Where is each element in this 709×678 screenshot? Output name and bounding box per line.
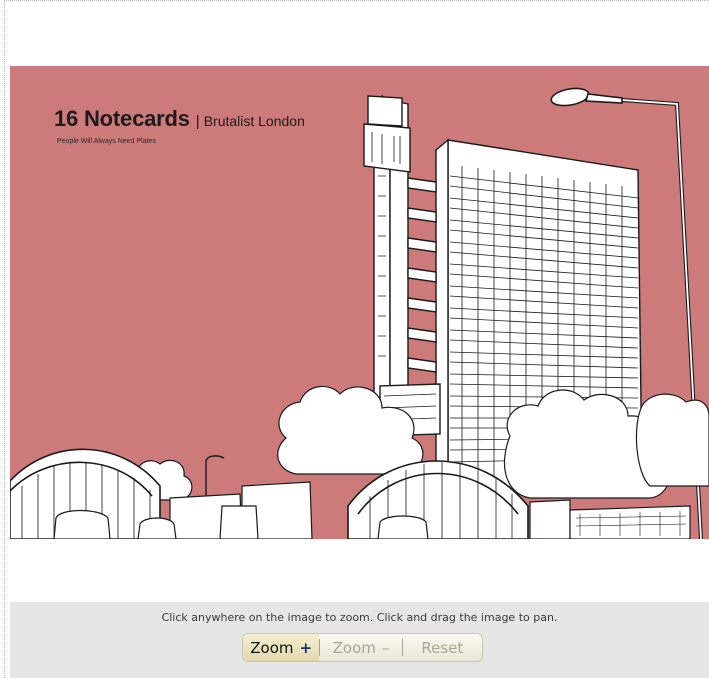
zoom-hint-text: Click anywhere on the image to zoom. Cli… [161,611,558,624]
zoom-in-button[interactable]: Zoom + [243,634,320,661]
zoom-out-label: Zoom [332,638,376,657]
notecard-illustration [10,66,709,539]
card-credit: People Will Always Need Plates [57,138,156,145]
reset-label: Reset [421,638,464,657]
reset-button[interactable]: Reset [403,634,482,661]
zoom-button-group: Zoom + Zoom – Reset [242,633,483,662]
zoomable-image[interactable]: 16 Notecards | Brutalist London People Wil… [10,66,709,539]
card-title-main: 16 Notecards [54,106,190,131]
zoom-out-button[interactable]: Zoom – [320,634,401,661]
card-subtitle: Brutalist London [203,113,305,129]
zoom-controls-bar: Click anywhere on the image to zoom. Cli… [10,602,709,678]
minus-icon: – [381,638,390,657]
plus-icon: + [299,638,313,657]
zoom-in-label: Zoom [250,638,294,657]
card-title: 16 Notecards | Brutalist London [54,106,305,132]
card-title-separator: | [195,113,200,130]
